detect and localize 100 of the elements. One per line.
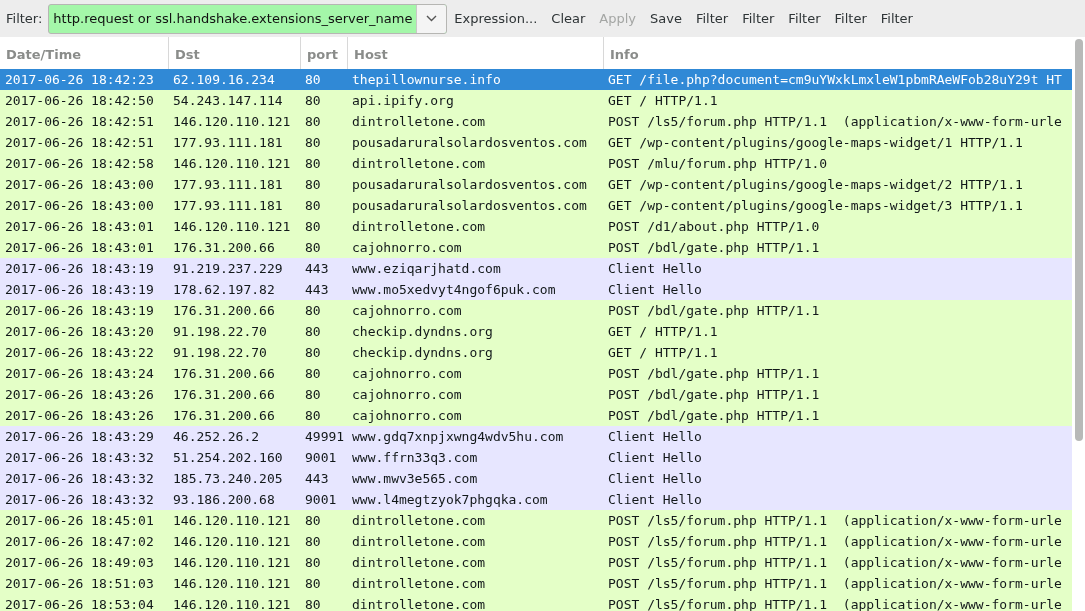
scrollbar-thumb[interactable] [1075, 39, 1083, 441]
table-row[interactable]: 2017-06-26 18:43:19 178.62.197.82 443 www.mo5xedvyt4ngof6puk.com Client Hello [0, 279, 1072, 300]
table-cell-text: 80 [304, 176, 322, 194]
table-cell-text: cajohnorro.com [351, 302, 463, 320]
toolbar-button[interactable]: Filter [827, 4, 874, 33]
table-row[interactable]: 2017-06-26 18:53:04 146.120.110.121 80 dintrolletone.com POST /ls5/forum.php HTTP/1.1 (application/x-www-form-urle [0, 594, 1072, 611]
table-cell-text: www.mo5xedvyt4ngof6puk.com [351, 281, 557, 299]
table-cell-text: dintrolletone.com [351, 596, 487, 611]
table-cell-text: cajohnorro.com [351, 239, 463, 257]
table-cell-text: 2017-06-26 18:43:29 [4, 428, 155, 446]
table-cell-text: POST /bdl/gate.php HTTP/1.1 [607, 386, 821, 404]
table-cell-text: pousadaruralsolardosventos.com [351, 197, 588, 215]
table-cell-text: 2017-06-26 18:43:32 [4, 491, 155, 509]
table-cell-text: 443 [304, 260, 330, 278]
table-row[interactable]: 2017-06-26 18:42:50 54.243.147.114 80 api.ipify.org GET / HTTP/1.1 [0, 90, 1072, 111]
table-cell-text: 2017-06-26 18:42:51 [4, 134, 155, 152]
table-cell-text: dintrolletone.com [351, 155, 487, 173]
table-row[interactable]: 2017-06-26 18:43:19 176.31.200.66 80 cajohnorro.com POST /bdl/gate.php HTTP/1.1 [0, 300, 1072, 321]
table-row[interactable]: 2017-06-26 18:43:00 177.93.111.181 80 pousadaruralsolardosventos.com GET /wp-content/plugins/google-maps-widget/2 HTTP/1.1 [0, 174, 1072, 195]
table-row[interactable]: 2017-06-26 18:43:32 185.73.240.205 443 www.mwv3e565.com Client Hello [0, 468, 1072, 489]
table-cell-text: 178.62.197.82 [172, 281, 276, 299]
table-cell-text: 146.120.110.121 [172, 533, 292, 551]
table-cell-text: 2017-06-26 18:51:03 [4, 575, 155, 593]
table-row[interactable]: 2017-06-26 18:43:26 176.31.200.66 80 cajohnorro.com POST /bdl/gate.php HTTP/1.1 [0, 384, 1072, 405]
table-cell-text: dintrolletone.com [351, 512, 487, 530]
table-cell-text: 177.93.111.181 [172, 176, 284, 194]
table-cell-text: POST /bdl/gate.php HTTP/1.1 [607, 365, 821, 383]
table-row[interactable]: 2017-06-26 18:43:01 146.120.110.121 80 dintrolletone.com POST /d1/about.php HTTP/1.0 [0, 216, 1072, 237]
table-cell-text: 91.198.22.70 [172, 344, 268, 362]
table-cell-text: GET / HTTP/1.1 [607, 344, 719, 362]
table-cell-text: 146.120.110.121 [172, 575, 292, 593]
table-cell-text: cajohnorro.com [351, 407, 463, 425]
table-cell-text: 80 [304, 344, 322, 362]
table-cell-text: pousadaruralsolardosventos.com [351, 176, 588, 194]
table-cell-text: POST /bdl/gate.php HTTP/1.1 [607, 302, 821, 320]
toolbar-button[interactable]: Expression... [447, 4, 545, 33]
table-cell-text: 9001 [304, 491, 338, 509]
table-cell-text: 146.120.110.121 [172, 113, 292, 131]
toolbar-button[interactable]: Save [643, 4, 689, 33]
table-cell-text: 2017-06-26 18:43:32 [4, 449, 155, 467]
table-cell-text: 146.120.110.121 [172, 554, 292, 572]
table-row[interactable]: 2017-06-26 18:43:26 176.31.200.66 80 cajohnorro.com POST /bdl/gate.php HTTP/1.1 [0, 405, 1072, 426]
table-row[interactable]: 2017-06-26 18:43:00 177.93.111.181 80 pousadaruralsolardosventos.com GET /wp-content/plugins/google-maps-widget/3 HTTP/1.1 [0, 195, 1072, 216]
table-row[interactable]: 2017-06-26 18:43:29 46.252.26.2 49991 www.gdq7xnpjxwng4wdv5hu.com Client Hello [0, 426, 1072, 447]
dropdown-button[interactable] [416, 4, 447, 33]
table-row[interactable]: 2017-06-26 18:42:58 146.120.110.121 80 dintrolletone.com POST /mlu/forum.php HTTP/1.0 [0, 153, 1072, 174]
table-cell-text: 9001 [304, 449, 338, 467]
table-cell-text: 2017-06-26 18:43:20 [4, 323, 155, 341]
table-row[interactable]: 2017-06-26 18:51:03 146.120.110.121 80 dintrolletone.com POST /ls5/forum.php HTTP/1.1 (application/x-www-form-urle [0, 573, 1072, 594]
table-cell-text: 54.243.147.114 [172, 92, 284, 110]
table-row[interactable]: 2017-06-26 18:43:24 176.31.200.66 80 cajohnorro.com POST /bdl/gate.php HTTP/1.1 [0, 363, 1072, 384]
table-cell-text: 80 [304, 407, 322, 425]
table-cell-text: 80 [304, 596, 322, 611]
table-cell-text: www.eziqarjhatd.com [351, 260, 502, 278]
table-row[interactable]: 2017-06-26 18:43:19 91.219.237.229 443 www.eziqarjhatd.com Client Hello [0, 258, 1072, 279]
table-cell-text: 2017-06-26 18:47:02 [4, 533, 155, 551]
table-cell-text: pousadaruralsolardosventos.com [351, 134, 588, 152]
table-cell-text: 93.186.200.68 [172, 491, 276, 509]
table-cell-text: 177.93.111.181 [172, 197, 284, 215]
table-cell-text: www.l4megtzyok7phgqka.com [351, 491, 549, 509]
table-cell-text: 91.219.237.229 [172, 260, 284, 278]
filter-label: Filter: [6, 9, 43, 28]
table-cell-text: dintrolletone.com [351, 218, 487, 236]
table-row[interactable]: 2017-06-26 18:42:23 62.109.16.234 80 thepillownurse.info GET /file.php?document=cm9uYWxkLmxleW1pbmRAeWFob28uY29t HT [0, 69, 1072, 90]
toolbar-button[interactable]: Filter [735, 4, 782, 33]
toolbar-button[interactable]: Filter [688, 4, 736, 33]
table-cell-text: 2017-06-26 18:43:01 [4, 218, 155, 236]
table-cell-text: GET /wp-content/plugins/google-maps-widget/3 HTTP/1.1 [607, 197, 1024, 215]
table-row[interactable]: 2017-06-26 18:45:01 146.120.110.121 80 dintrolletone.com POST /ls5/forum.php HTTP/1.1 (application/x-www-form-urle [0, 510, 1072, 531]
table-cell-text: POST /ls5/forum.php HTTP/1.1 (application/x-www-form-urle [607, 113, 1063, 131]
table-cell-text: POST /ls5/forum.php HTTP/1.1 (application/x-www-form-urle [607, 512, 1063, 530]
toolbar-button[interactable]: Filter [873, 4, 920, 33]
table-row[interactable]: 2017-06-26 18:42:51 146.120.110.121 80 dintrolletone.com POST /ls5/forum.php HTTP/1.1 (application/x-www-form-urle [0, 111, 1072, 132]
table-cell-text: 62.109.16.234 [172, 71, 276, 89]
table-cell-text: www.gdq7xnpjxwng4wdv5hu.com [351, 428, 565, 446]
table-cell-text: 80 [304, 113, 322, 131]
table-cell-text: 176.31.200.66 [172, 365, 276, 383]
table-row[interactable]: 2017-06-26 18:49:03 146.120.110.121 80 dintrolletone.com POST /ls5/forum.php HTTP/1.1 (application/x-www-form-urle [0, 552, 1072, 573]
table-row[interactable]: 2017-06-26 18:47:02 146.120.110.121 80 dintrolletone.com POST /ls5/forum.php HTTP/1.1 (application/x-www-form-urle [0, 531, 1072, 552]
table-cell-text: 80 [304, 197, 322, 215]
table-row[interactable]: 2017-06-26 18:42:51 177.93.111.181 80 pousadaruralsolardosventos.com GET /wp-content/plugins/google-maps-widget/1 HTTP/1.1 [0, 132, 1072, 153]
table-cell-text: GET / HTTP/1.1 [607, 323, 719, 341]
table-cell-text: 2017-06-26 18:53:04 [4, 596, 155, 611]
table-cell-text: Client Hello [607, 260, 703, 278]
table-row[interactable]: 2017-06-26 18:43:32 51.254.202.160 9001 www.ffrn33q3.com Client Hello [0, 447, 1072, 468]
table-row[interactable]: 2017-06-26 18:43:20 91.198.22.70 80 checkip.dyndns.org GET / HTTP/1.1 [0, 321, 1072, 342]
table-cell-text: GET / HTTP/1.1 [607, 92, 719, 110]
table-cell-text: 2017-06-26 18:43:32 [4, 470, 155, 488]
table-cell-text: POST /bdl/gate.php HTTP/1.1 [607, 239, 821, 257]
toolbar-button[interactable]: Clear [544, 4, 593, 33]
table-row[interactable]: 2017-06-26 18:43:01 176.31.200.66 80 cajohnorro.com POST /bdl/gate.php HTTP/1.1 [0, 237, 1072, 258]
table-cell-text: Client Hello [607, 281, 703, 299]
table-row[interactable]: 2017-06-26 18:43:22 91.198.22.70 80 checkip.dyndns.org GET / HTTP/1.1 [0, 342, 1072, 363]
filter-combo-field[interactable]: http.request or ssl.handshake.extensions_server_name [48, 3, 448, 34]
table-row[interactable]: 2017-06-26 18:43:32 93.186.200.68 9001 www.l4megtzyok7phgqka.com Client Hello [0, 489, 1072, 510]
table-cell-text: GET /wp-content/plugins/google-maps-widget/1 HTTP/1.1 [607, 134, 1024, 152]
table-cell-text: POST /ls5/forum.php HTTP/1.1 (application/x-www-form-urle [607, 596, 1063, 611]
table-cell-text: 2017-06-26 18:43:19 [4, 281, 155, 299]
table-cell-text: 146.120.110.121 [172, 512, 292, 530]
toolbar-button[interactable]: Filter [781, 4, 828, 33]
